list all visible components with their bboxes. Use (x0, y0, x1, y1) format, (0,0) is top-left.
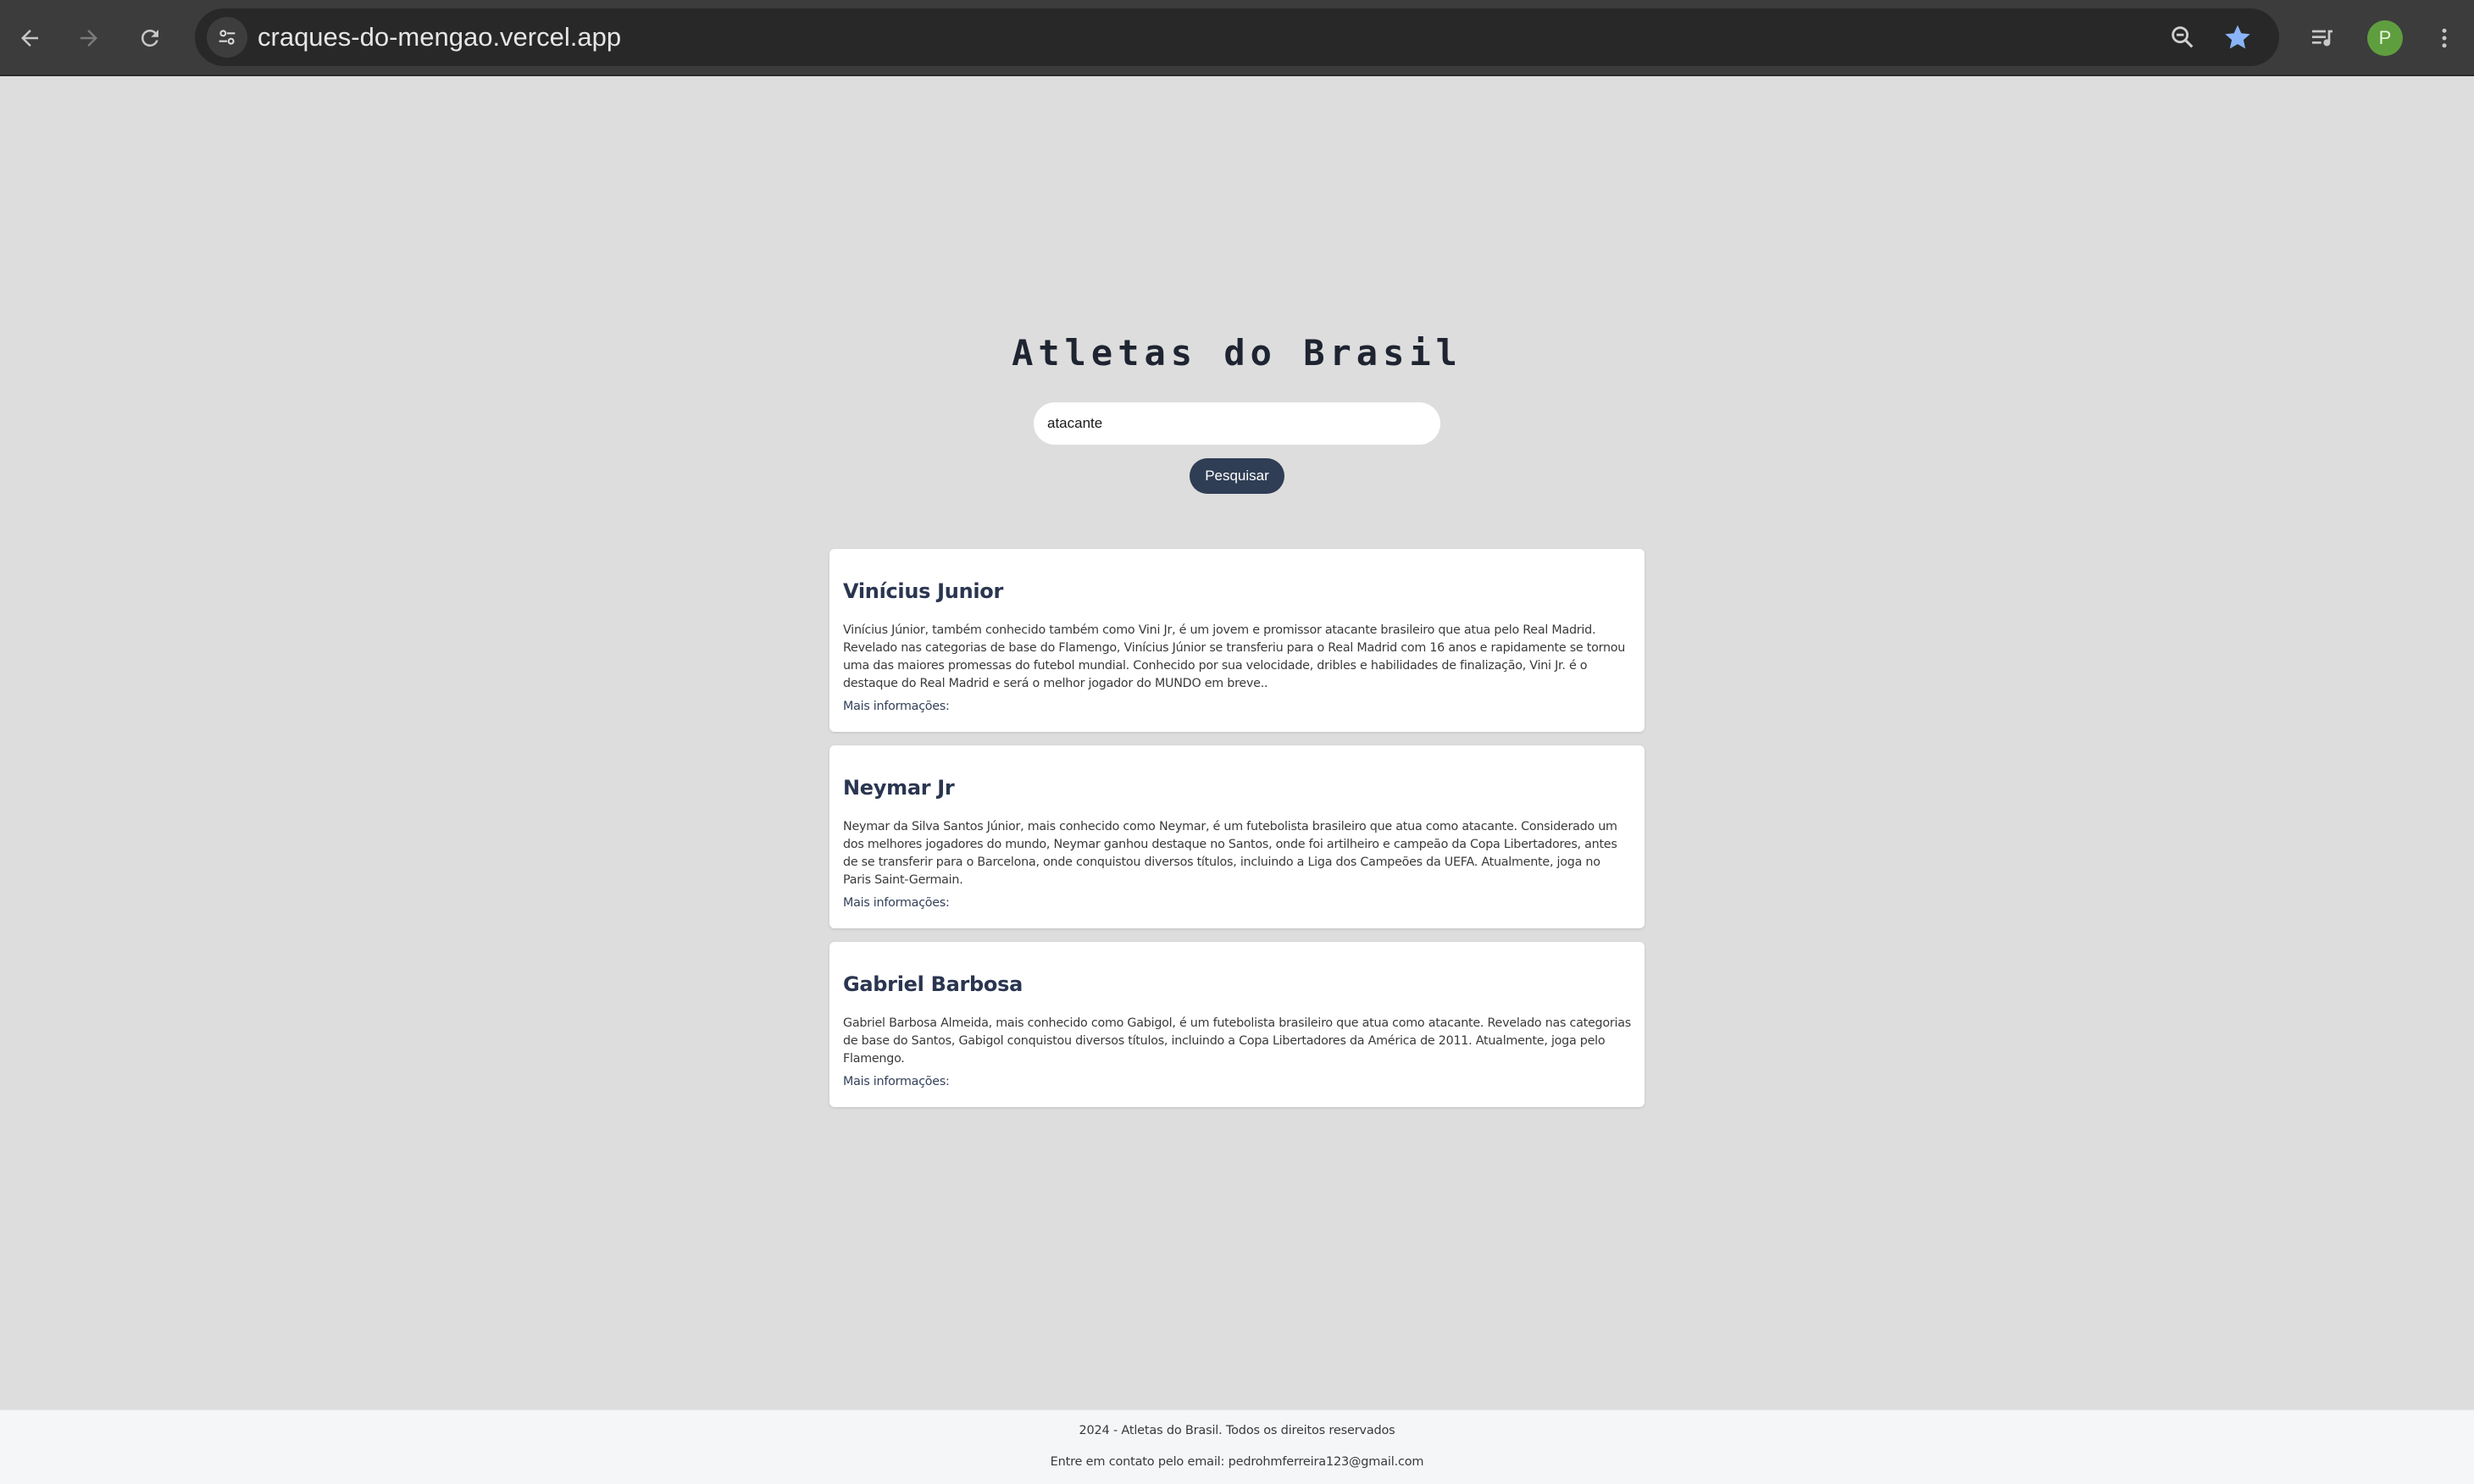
profile-avatar[interactable]: P (2367, 20, 2403, 56)
athlete-name: Neymar Jr (843, 776, 955, 800)
more-info-link[interactable]: Mais informações: (843, 1075, 950, 1088)
more-info-link[interactable]: Mais informações: (843, 700, 950, 713)
search-button[interactable]: Pesquisar (1190, 458, 1284, 494)
arrow-right-icon (80, 30, 97, 47)
zoom-out-icon (2172, 26, 2194, 48)
more-info-link[interactable]: Mais informações: (843, 896, 950, 910)
athlete-description: Gabriel Barbosa Almeida, mais conhecido … (843, 1016, 1631, 1066)
url-text[interactable]: craques-do-mengao.vercel.app (258, 8, 621, 66)
address-bar[interactable]: craques-do-mengao.vercel.app (195, 8, 2279, 66)
forward-button[interactable] (69, 19, 108, 58)
tune-icon (219, 30, 236, 45)
browser-menu-button[interactable] (2425, 19, 2464, 58)
athlete-name: Gabriel Barbosa (843, 972, 1023, 996)
athlete-card: Vinícius Junior Vinícius Júnior, também … (829, 549, 1645, 732)
site-info-button[interactable] (207, 17, 247, 58)
search-input[interactable] (1034, 402, 1440, 445)
star-icon (2225, 25, 2250, 49)
page-title: Atletas do Brasil (1012, 332, 1462, 374)
reload-button[interactable] (130, 19, 169, 58)
bookmark-button[interactable] (2219, 19, 2256, 56)
footer-contact: Entre em contato pelo email: pedrohmferr… (1050, 1455, 1424, 1469)
athlete-card: Gabriel Barbosa Gabriel Barbosa Almeida,… (829, 942, 1645, 1107)
kebab-menu-icon (2442, 28, 2447, 48)
browser-toolbar: craques-do-mengao.vercel.app P (0, 0, 2474, 76)
footer-copyright: 2024 - Atletas do Brasil. Todos os direi… (1079, 1424, 1395, 1437)
back-button[interactable] (10, 19, 49, 58)
page-body: Atletas do Brasil Pesquisar Vinícius Jun… (0, 78, 2474, 1409)
arrow-left-icon (21, 30, 38, 47)
reload-icon (141, 29, 158, 47)
athlete-description: Vinícius Júnior, também conhecido também… (843, 623, 1626, 690)
athlete-description: Neymar da Silva Santos Júnior, mais conh… (843, 820, 1617, 887)
athlete-card: Neymar Jr Neymar da Silva Santos Júnior,… (829, 745, 1645, 928)
queue-music-icon (2312, 30, 2333, 47)
zoom-button[interactable] (2164, 19, 2201, 56)
page-footer: 2024 - Atletas do Brasil. Todos os direi… (0, 1409, 2474, 1484)
athlete-name: Vinícius Junior (843, 579, 1004, 603)
media-control-button[interactable] (2303, 19, 2342, 58)
